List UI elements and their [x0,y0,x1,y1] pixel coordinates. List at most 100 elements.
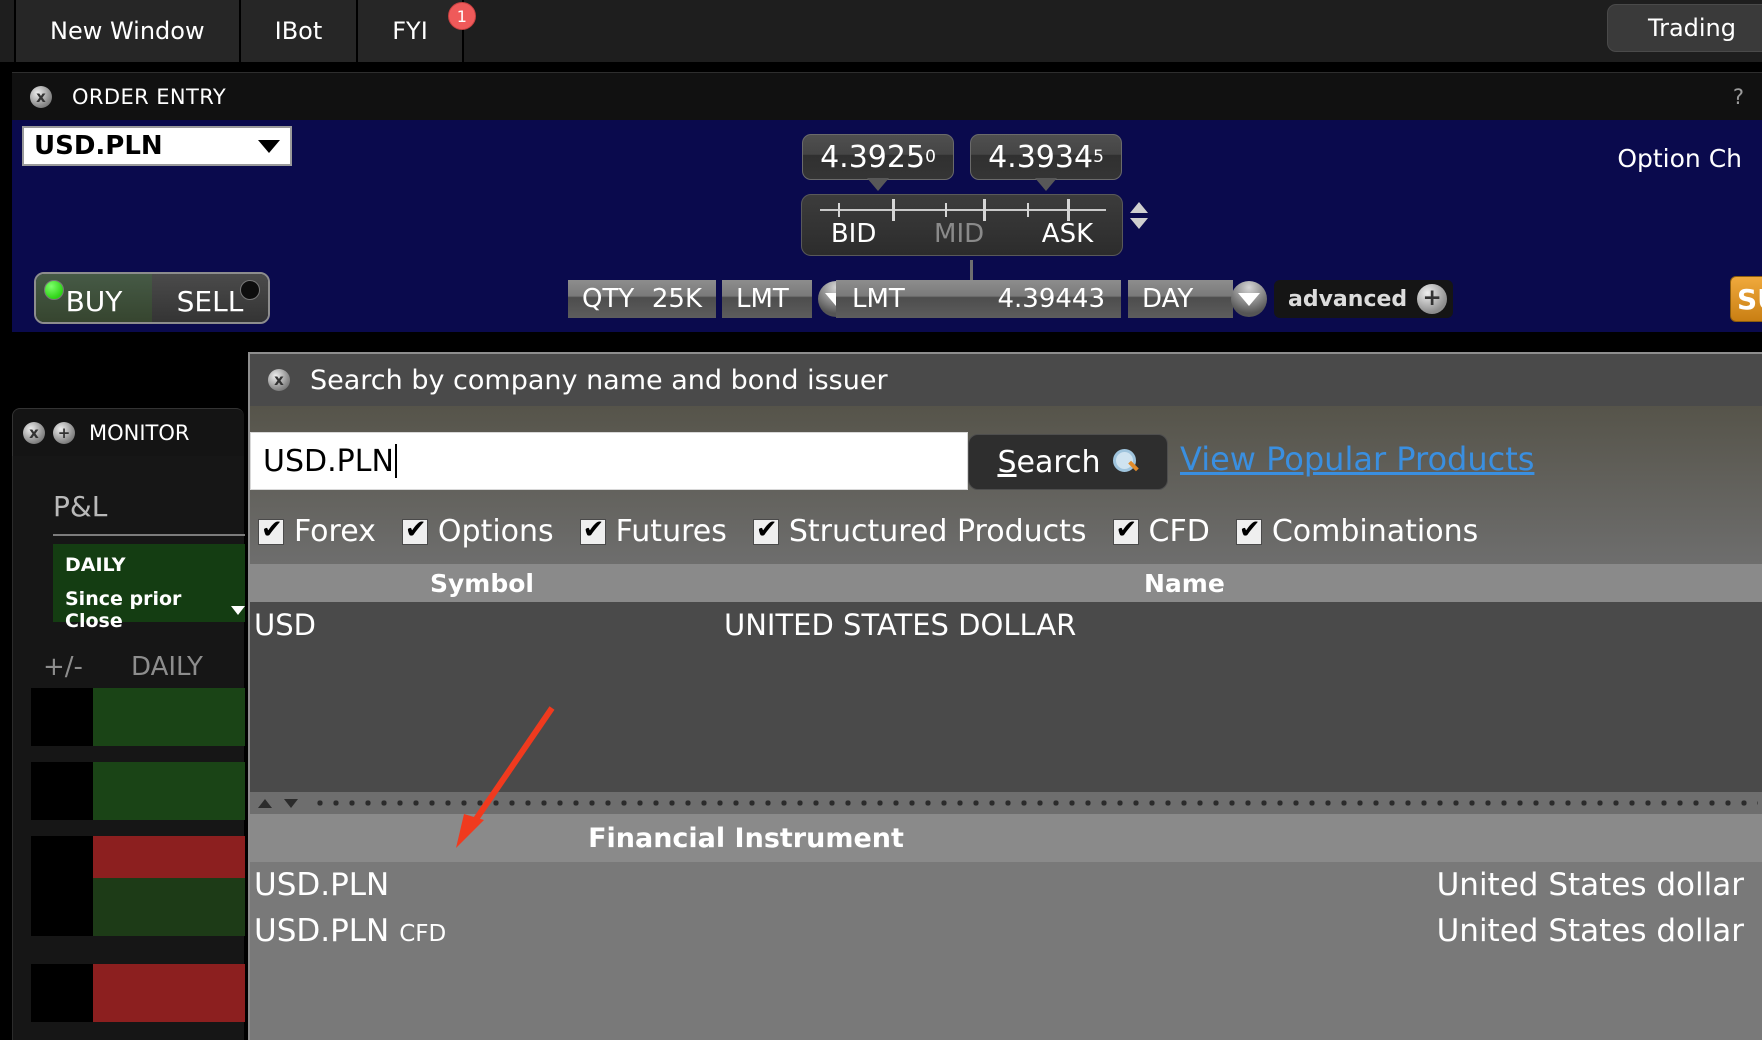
search-dialog-titlebar: x Search by company name and bond issuer [250,354,1762,406]
order-type-select[interactable]: LMT [722,280,812,318]
search-input[interactable]: USD.PLN [250,432,968,490]
plus-icon[interactable]: + [1417,284,1448,314]
limit-price-field[interactable]: LMT 4.39443 [836,280,1121,318]
option-chain-link[interactable]: Option Ch [1617,144,1742,173]
toolbar-button-new-window[interactable]: New Window [14,0,241,62]
top-toolbar: New Window IBot FYI 1 Trading [0,0,1762,62]
toolbar-button-label: New Window [50,17,205,45]
search-button-mnemonic: S [997,444,1017,480]
order-entry-title: ORDER ENTRY [72,84,227,109]
filter-structured-products[interactable]: Structured Products [752,514,1087,549]
search-row: USD.PLN Search View Popular Products [250,432,1762,490]
close-icon[interactable]: x [23,421,45,444]
pnl-divider [53,534,245,536]
filter-forex[interactable]: Forex [258,514,376,549]
stepper-up-icon[interactable] [1130,202,1148,213]
add-icon[interactable]: + [53,421,75,444]
table-row[interactable]: USD UNITED STATES DOLLAR [250,602,1762,648]
time-in-force-value: DAY [1142,284,1194,314]
order-entry-body: USD.PLN 4.3925 0 4.3934 5 BID MID ASK Op… [12,120,1762,332]
checkbox-icon[interactable] [1112,515,1139,545]
close-icon[interactable]: x [268,369,290,391]
magnifier-icon [1112,449,1139,475]
limit-price-value: 4.39443 [997,284,1105,314]
monitor-row[interactable] [31,878,245,936]
checkbox-icon[interactable] [258,515,284,545]
toolbar-button-ibot[interactable]: IBot [240,0,359,62]
checkbox-icon[interactable] [579,515,606,545]
sell-button[interactable]: SELL [152,274,268,322]
monitor-row-indicator [31,878,93,936]
monitor-row-bar [93,762,245,820]
instruments-table-header: Financial Instrument [250,814,1762,862]
monitor-row-bar [93,688,245,746]
chevron-down-icon[interactable] [1231,281,1267,317]
monitor-row[interactable] [31,964,245,1022]
column-header-financial-instrument: Financial Instrument [588,822,904,854]
help-icon[interactable]: ? [1733,85,1744,109]
instrument-name: USD.PLN CFD [254,913,446,949]
view-popular-products-link[interactable]: View Popular Products [1180,440,1534,478]
ask-price-box[interactable]: 4.3934 5 [970,134,1122,180]
search-button[interactable]: Search [968,434,1168,490]
instrument-symbol: USD.PLN [254,867,390,903]
column-header-daily: DAILY [131,652,203,682]
filter-options[interactable]: Options [401,514,554,549]
filter-label: Structured Products [788,514,1087,549]
quantity-value: 25K [651,284,702,314]
time-in-force-select[interactable]: DAY [1128,280,1233,318]
submit-order-label: SU [1737,282,1762,316]
sell-radio-icon[interactable] [240,280,260,300]
instruments-table-body: USD.PLN United States dollar USD.PLN CFD… [250,862,1762,1040]
symbol-select[interactable]: USD.PLN [22,126,292,166]
column-header-symbol[interactable]: Symbol [430,569,534,598]
filter-cfd[interactable]: CFD [1112,514,1210,549]
checkbox-icon[interactable] [401,515,428,545]
pnl-since-select[interactable]: Since prior Close [65,588,245,632]
pnl-daily-card[interactable]: DAILY Since prior Close [53,544,245,632]
result-symbol: USD [254,608,316,642]
toolbar-right-group: Trading [1606,0,1762,62]
close-icon[interactable]: x [30,85,52,108]
stepper-down-icon[interactable] [1130,218,1148,229]
buy-radio-icon[interactable] [44,280,64,300]
bid-price-box[interactable]: 4.3925 0 [802,134,954,180]
column-header-plusminus: +/- [43,652,83,682]
time-in-force-dropdown[interactable] [1225,280,1271,318]
monitor-panel-body: P&L DAILY Since prior Close +/- DAILY [12,456,245,1040]
order-entry-panel-header: x ORDER ENTRY ? [12,72,1762,120]
buy-sell-toggle[interactable]: BUY SELL [34,272,270,324]
monitor-row[interactable] [31,762,245,820]
trading-menu-button[interactable]: Trading [1606,4,1762,52]
filter-futures[interactable]: Futures [579,514,727,549]
monitor-panel-header: x + MONITOR [12,408,244,456]
checkbox-icon[interactable] [752,515,779,545]
splitter-grip[interactable] [312,799,1758,807]
fyi-notification-badge[interactable]: 1 [447,2,476,30]
filter-combinations[interactable]: Combinations [1235,514,1478,549]
price-slider[interactable]: BID MID ASK [801,194,1123,256]
chevron-up-icon[interactable] [258,798,272,808]
column-header-name[interactable]: Name [1144,569,1225,598]
price-stepper[interactable] [1130,202,1148,229]
chevron-down-icon[interactable] [284,798,298,808]
slider-label-mid[interactable]: MID [934,219,984,249]
slider-label-bid[interactable]: BID [831,219,877,249]
filter-label: CFD [1148,514,1210,549]
advanced-button[interactable]: advanced + [1274,280,1454,318]
chevron-down-icon [231,605,245,615]
splitter-bar[interactable] [250,792,1762,814]
submit-order-button[interactable]: SU [1730,276,1762,322]
list-item[interactable]: USD.PLN CFD United States dollar [250,908,1762,954]
result-name: UNITED STATES DOLLAR [724,608,1077,642]
buy-button[interactable]: BUY [36,274,152,322]
toolbar-button-label: IBot [274,17,323,45]
list-item[interactable]: USD.PLN United States dollar [250,862,1762,908]
bid-notch-icon [867,178,889,191]
toolbar-button-fyi[interactable]: FYI 1 [358,0,476,62]
quantity-field[interactable]: QTY 25K [568,280,716,318]
checkbox-icon[interactable] [1235,515,1262,545]
filter-label: Forex [294,514,376,549]
monitor-row[interactable] [31,688,245,746]
slider-label-ask[interactable]: ASK [1042,219,1093,249]
